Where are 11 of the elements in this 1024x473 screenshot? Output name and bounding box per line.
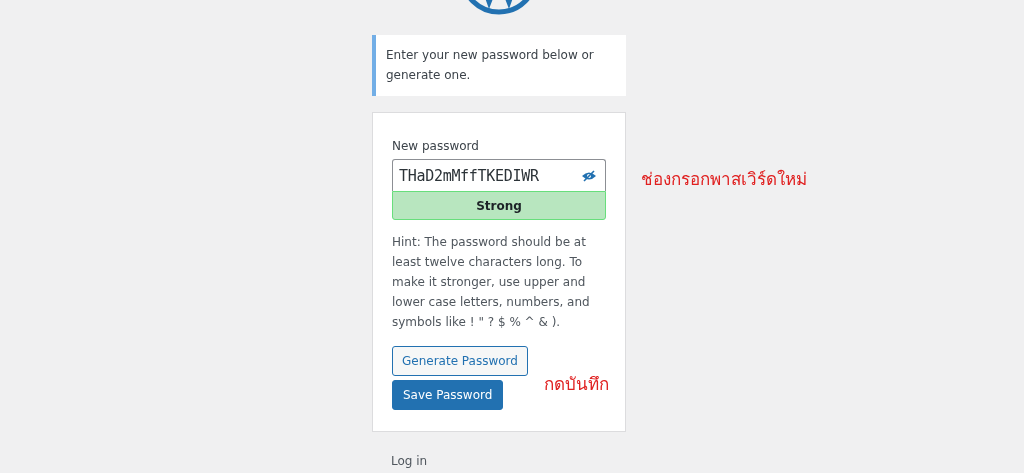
notice-message: Enter your new password below or generate one. xyxy=(372,35,626,96)
annotation-text: ช่องกรอกพาสเวิร์ดใหม่ xyxy=(641,168,807,191)
password-field[interactable]: THaD2mMffTKEDIWR xyxy=(392,159,606,191)
hint-text: Hint: The password should be at least twelve characters long. To make it stronger, use upper and lower case letters, numbers, and symbols like ! " ? $ % ^ & ). xyxy=(392,234,591,331)
save-button[interactable]: Save Password xyxy=(392,380,504,410)
annotation-text: กดบันทึก xyxy=(544,373,609,396)
eye-slash-icon[interactable] xyxy=(581,169,597,182)
strength-meter: Strong xyxy=(392,191,606,220)
field-label: New password xyxy=(392,138,479,155)
generate-button[interactable]: Generate Password xyxy=(392,346,528,376)
login-link[interactable]: Log in xyxy=(391,454,428,468)
